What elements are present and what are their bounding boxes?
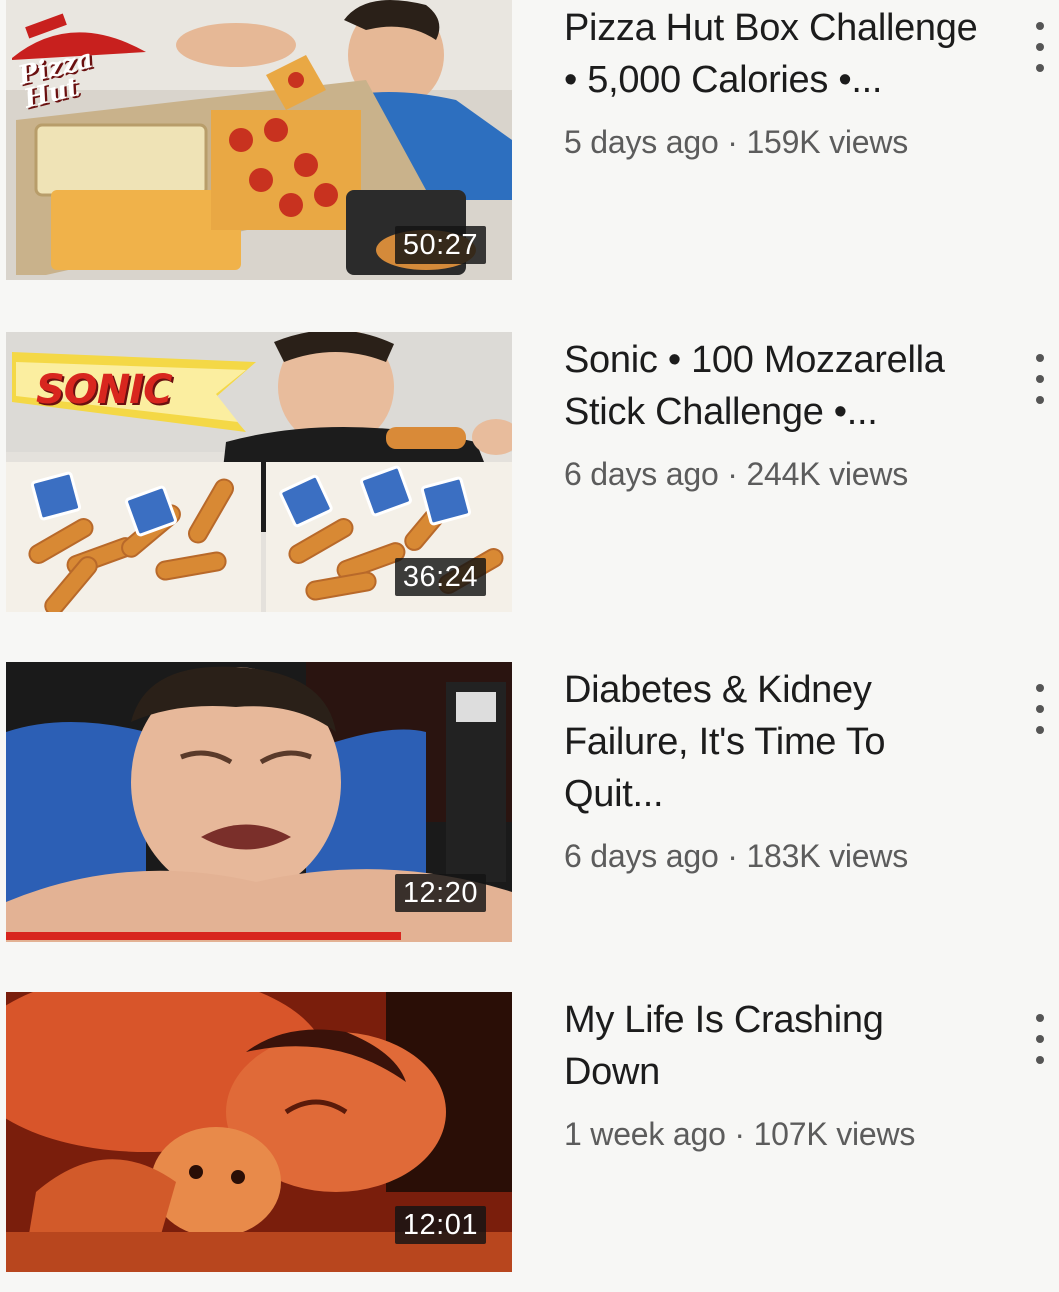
video-duration: 12:01 (394, 1206, 486, 1244)
upload-age: 6 days ago (564, 838, 719, 874)
more-vertical-icon[interactable] (1030, 354, 1050, 404)
upload-age: 1 week ago (564, 1116, 726, 1152)
video-title[interactable]: My Life Is Crashing Down (564, 994, 984, 1098)
more-vertical-icon[interactable] (1030, 22, 1050, 72)
video-item[interactable]: 12:20 Diabetes & Kidney Failure, It's Ti… (0, 662, 1059, 962)
meta-separator: · (727, 124, 738, 160)
video-duration: 12:20 (394, 874, 486, 912)
view-count: 159K views (746, 124, 909, 160)
video-duration: 36:24 (394, 558, 486, 596)
video-title[interactable]: Sonic • 100 Mozzarella Stick Challenge •… (564, 334, 984, 438)
watch-progress-bar (6, 932, 401, 940)
video-meta: 5 days ago · 159K views (564, 122, 984, 162)
video-meta: 1 week ago · 107K views (564, 1114, 984, 1154)
video-thumbnail[interactable]: 12:01 (6, 992, 512, 1272)
view-count: 183K views (746, 838, 909, 874)
video-item[interactable]: 12:01 My Life Is Crashing Down 1 week ag… (0, 992, 1059, 1292)
meta-separator: · (727, 456, 738, 492)
video-thumbnail[interactable]: 12:20 (6, 662, 512, 942)
video-title[interactable]: Pizza Hut Box Challenge • 5,000 Calories… (564, 2, 984, 106)
video-item[interactable]: Pizza Hut 50:27 Pizza Hut Box Challenge … (0, 0, 1059, 300)
video-duration: 50:27 (394, 226, 486, 264)
video-info[interactable]: Sonic • 100 Mozzarella Stick Challenge •… (564, 334, 984, 494)
video-meta: 6 days ago · 183K views (564, 836, 984, 876)
upload-age: 6 days ago (564, 456, 719, 492)
meta-separator: · (727, 838, 738, 874)
video-title[interactable]: Diabetes & Kidney Failure, It's Time To … (564, 664, 984, 820)
video-info[interactable]: My Life Is Crashing Down 1 week ago · 10… (564, 994, 984, 1154)
upload-age: 5 days ago (564, 124, 719, 160)
video-info[interactable]: Pizza Hut Box Challenge • 5,000 Calories… (564, 2, 984, 162)
video-thumbnail[interactable]: Pizza Hut 50:27 (6, 0, 512, 280)
more-vertical-icon[interactable] (1030, 684, 1050, 734)
video-meta: 6 days ago · 244K views (564, 454, 984, 494)
view-count: 244K views (746, 456, 909, 492)
video-item[interactable]: SONIC 36:24 Sonic • 100 Mozzarella Stick… (0, 332, 1059, 632)
sonic-logo: SONIC (36, 367, 173, 413)
meta-separator: · (734, 1116, 745, 1152)
more-vertical-icon[interactable] (1030, 1014, 1050, 1064)
view-count: 107K views (753, 1116, 916, 1152)
video-thumbnail[interactable]: SONIC 36:24 (6, 332, 512, 612)
video-info[interactable]: Diabetes & Kidney Failure, It's Time To … (564, 664, 984, 876)
